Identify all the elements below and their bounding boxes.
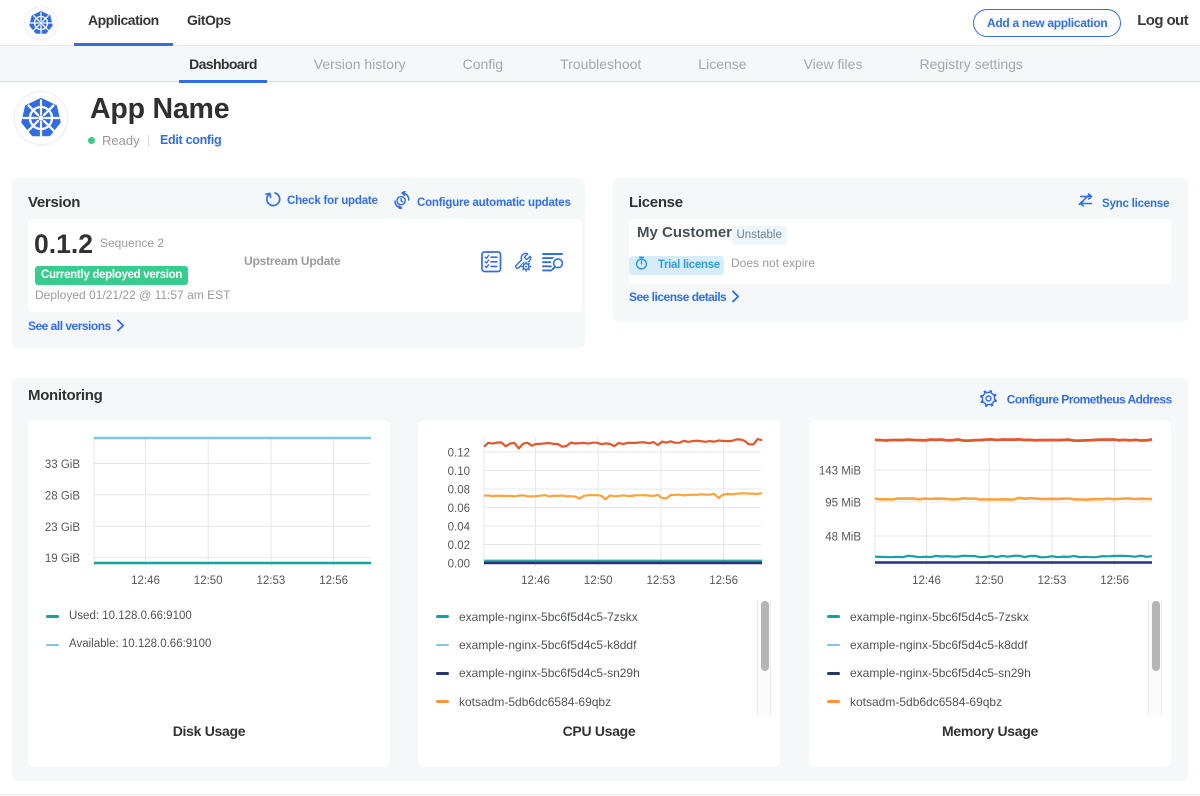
svg-text:19 GiB: 19 GiB (45, 553, 80, 565)
svg-text:12:53: 12:53 (257, 575, 286, 587)
svg-text:0.06: 0.06 (448, 503, 470, 515)
svg-text:12:50: 12:50 (975, 575, 1004, 587)
svg-text:23 GiB: 23 GiB (45, 522, 80, 534)
svg-text:12:46: 12:46 (131, 575, 160, 587)
svg-text:12:46: 12:46 (521, 575, 550, 587)
svg-text:0.04: 0.04 (448, 522, 471, 534)
svg-text:0.12: 0.12 (448, 448, 470, 460)
svg-text:12:56: 12:56 (1100, 575, 1129, 587)
svg-text:95 MiB: 95 MiB (825, 498, 861, 510)
svg-text:48 MiB: 48 MiB (825, 532, 861, 544)
svg-text:12:46: 12:46 (912, 575, 941, 587)
svg-text:12:56: 12:56 (709, 575, 738, 587)
svg-text:0.08: 0.08 (448, 485, 470, 497)
svg-text:12:50: 12:50 (584, 575, 613, 587)
svg-text:12:53: 12:53 (1038, 575, 1067, 587)
svg-text:12:50: 12:50 (194, 575, 223, 587)
svg-text:12:53: 12:53 (647, 575, 676, 587)
svg-text:33 GiB: 33 GiB (45, 459, 80, 471)
svg-text:0.02: 0.02 (448, 540, 470, 552)
svg-text:28 GiB: 28 GiB (45, 490, 80, 502)
svg-text:12:56: 12:56 (319, 575, 348, 587)
svg-text:0.10: 0.10 (448, 466, 470, 478)
svg-text:143 MiB: 143 MiB (819, 466, 862, 478)
svg-text:0.00: 0.00 (448, 559, 470, 571)
